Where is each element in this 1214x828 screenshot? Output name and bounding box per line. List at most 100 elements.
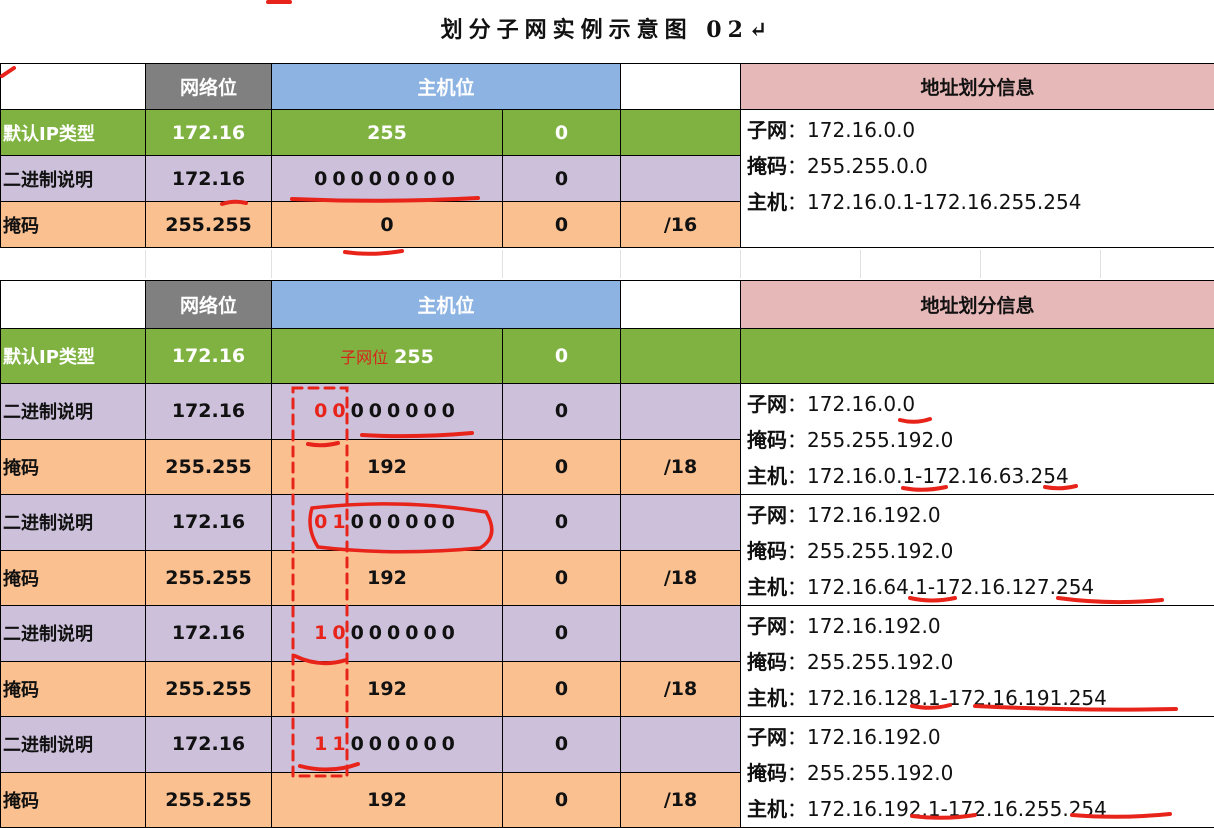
host-octet-4: 0 [501,494,622,551]
subnet-bits: 11 [314,733,351,756]
host-octet-4: 0 [501,605,622,662]
subnet-bits-label: 子网位 [340,348,389,367]
network-value: 172.16 [145,605,272,662]
prefix-length: /18 [620,549,742,606]
mask-line: 掩码：255.255.192.0 [747,428,954,452]
row-label-binary: 二进制说明 [0,605,146,662]
host-range-line: 主机：172.16.0.1-172.16.63.254 [747,464,1069,488]
mask-octet-3: 192 [271,771,503,828]
network-value: 255.255 [145,549,272,606]
prefix-cell [620,605,742,662]
subnet-bits: 01 [314,511,351,534]
spreadsheet-gap-row [0,250,1214,278]
mask-octet-4: 0 [501,549,622,606]
host-range-line: 主机：172.16.64.1-172.16.127.254 [747,575,1095,599]
prefix-cell [620,494,742,551]
row-label-binary: 二进制说明 [0,383,146,440]
mask-line: 掩码：255.255.192.0 [747,761,954,785]
subnet-bits: 00 [314,400,351,423]
corner-cell [0,280,146,329]
row-label-binary: 二进制说明 [0,494,146,551]
host-range-line: 主机：172.16.128.1-172.16.191.254 [747,686,1107,710]
mask-octet-3: 192 [271,549,503,606]
host-octet-4: 0 [501,155,622,202]
prefix-length: /18 [620,660,742,717]
row-label-mask: 掩码 [0,438,146,495]
host-range-line: 主机：172.16.0.1-172.16.255.254 [747,190,1082,214]
host-range-line: 主机：172.16.192.1-172.16.255.254 [747,797,1107,821]
info-header: 地址划分信息 [740,280,1214,329]
network-value: 255.255 [145,660,272,717]
header-spacer [620,63,742,110]
network-header: 网络位 [145,63,272,110]
row-label-binary: 二进制说明 [0,155,146,202]
mask-octet-3: 192 [271,660,503,717]
subnet-line: 子网：172.16.0.0 [747,392,916,416]
network-value: 172.16 [145,328,272,384]
row-label-mask: 掩码 [0,771,146,828]
mask-line: 掩码：255.255.192.0 [747,650,954,674]
network-value: 172.16 [145,109,272,156]
mask-octet-4: 0 [501,201,622,248]
address-info: 子网：172.16.192.0 掩码：255.255.192.0 主机：172.… [740,494,1214,606]
mask-octet-4: 0 [501,660,622,717]
network-header: 网络位 [145,280,272,329]
mask-octet-4: 0 [501,438,622,495]
page-title: 划分子网实例示意图 02↵ [440,17,774,43]
network-value: 172.16 [145,494,272,551]
host-octet-3: 255 [271,109,503,156]
subnet-bits: 10 [314,622,351,645]
subnet-line: 子网：172.16.0.0 [747,118,916,142]
host-header: 主机位 [270,280,622,329]
prefix-length: /16 [620,201,742,248]
header-spacer [620,280,742,329]
host-binary: 00000000 [271,383,503,440]
row-label-mask: 掩码 [0,660,146,717]
corner-cell [0,63,146,110]
network-value: 172.16 [145,716,272,773]
mask-line: 掩码：255.255.192.0 [747,539,954,563]
network-value: 172.16 [145,383,272,440]
host-binary: 00000000 [271,155,503,202]
address-info: 子网：172.16.192.0 掩码：255.255.192.0 主机：172.… [740,716,1214,828]
address-info: 子网：172.16.0.0 掩码：255.255.0.0 主机：172.16.0… [740,109,1214,248]
network-value: 255.255 [145,201,272,248]
network-value: 172.16 [145,155,272,202]
subnet-line: 子网：172.16.192.0 [747,725,941,749]
row-label-default: 默认IP类型 [0,109,146,156]
host-binary: 10000000 [271,605,503,662]
host-binary: 11000000 [271,716,503,773]
network-value: 255.255 [145,771,272,828]
address-info: 子网：172.16.192.0 掩码：255.255.192.0 主机：172.… [740,605,1214,717]
prefix-cell [620,109,742,156]
network-value: 255.255 [145,438,272,495]
row-label-default: 默认IP类型 [0,328,146,384]
prefix-cell [620,716,742,773]
mask-octet-3: 0 [271,201,503,248]
subnet-line: 子网：172.16.192.0 [747,614,941,638]
host-octet-3: 子网位 255 [271,328,503,384]
prefix-cell [620,328,742,384]
lower-table: 网络位 主机位 地址划分信息 默认IP类型 172.16 子网位 255 0 二进… [0,280,1214,828]
host-binary: 01000000 [271,494,503,551]
row-label-mask: 掩码 [0,201,146,248]
info-empty [740,328,1214,384]
prefix-cell [620,383,742,440]
prefix-cell [620,155,742,202]
info-header: 地址划分信息 [740,63,1214,110]
host-octet-4: 0 [501,716,622,773]
host-octet-4: 0 [501,109,622,156]
mask-octet-4: 0 [501,771,622,828]
prefix-length: /18 [620,771,742,828]
prefix-length: /18 [620,438,742,495]
host-header: 主机位 [270,63,622,110]
host-octet-4: 0 [501,328,622,384]
subnet-line: 子网：172.16.192.0 [747,503,941,527]
host-octet-4: 0 [501,383,622,440]
row-label-mask: 掩码 [0,549,146,606]
address-info: 子网：172.16.0.0 掩码：255.255.192.0 主机：172.16… [740,383,1214,495]
row-label-binary: 二进制说明 [0,716,146,773]
upper-table: 网络位 主机位 地址划分信息 默认IP类型 172.16 255 0 子网：17… [0,63,1214,248]
mask-line: 掩码：255.255.0.0 [747,154,928,178]
mask-octet-3: 192 [271,438,503,495]
